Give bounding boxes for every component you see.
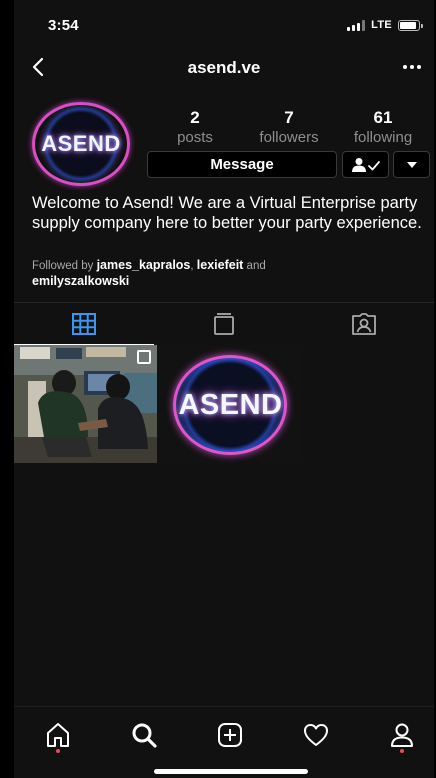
notification-dot: [400, 749, 404, 753]
tab-profile[interactable]: [382, 715, 422, 755]
more-horizontal-icon: [403, 65, 421, 69]
stat-followers-label: followers: [259, 129, 319, 146]
status-right: LTE: [347, 19, 423, 31]
stat-following-number: 61: [373, 108, 393, 127]
post-logo[interactable]: ASEND: [159, 345, 302, 463]
grid-icon: [72, 312, 96, 335]
profile-tabs: [14, 302, 434, 345]
follower-name[interactable]: lexiefeit: [197, 258, 244, 272]
tab-activity[interactable]: [296, 715, 336, 755]
post-photo[interactable]: [14, 345, 157, 463]
signal-icon: [347, 19, 366, 31]
followed-by-joiner: and: [246, 260, 266, 272]
stat-posts-label: posts: [177, 129, 213, 146]
tab-new-post[interactable]: [210, 715, 250, 755]
profile-icon: [391, 723, 413, 747]
new-post-icon: [218, 723, 242, 747]
profile-stats: 2 posts 7 followers 61 following: [160, 108, 430, 148]
caret-down-icon: [406, 161, 417, 168]
search-icon: [132, 723, 157, 748]
battery-icon: [398, 19, 423, 31]
followed-by[interactable]: Followed by james_kapralos, lexiefeit an…: [32, 258, 428, 290]
multiple-photos-icon: [137, 350, 151, 364]
stat-following[interactable]: 61 following: [338, 108, 428, 146]
stat-posts-number: 2: [190, 108, 200, 127]
chevron-left-icon: [32, 57, 44, 77]
person-check-icon: [351, 157, 380, 172]
igtv-icon: [214, 313, 234, 335]
back-button[interactable]: [28, 56, 50, 78]
profile-bio: Welcome to Asend! We are a Virtual Enter…: [32, 194, 422, 232]
profile-avatar[interactable]: ASEND: [32, 102, 130, 186]
tab-search[interactable]: [124, 715, 164, 755]
status-bar: 3:54 LTE: [14, 0, 434, 44]
notification-dot: [56, 749, 60, 753]
app-screen: 3:54 LTE asend.ve ASEND 2 posts 7 follow…: [14, 0, 434, 778]
status-time: 3:54: [48, 17, 79, 34]
message-button[interactable]: Message: [147, 151, 337, 178]
home-indicator[interactable]: [154, 769, 308, 774]
tab-grid[interactable]: [14, 303, 154, 345]
network-label: LTE: [371, 19, 392, 31]
follower-name[interactable]: james_kapralos: [97, 258, 191, 272]
bottom-tab-bar: [14, 706, 434, 778]
more-options-button[interactable]: [400, 56, 424, 78]
followed-by-prefix: Followed by: [32, 260, 94, 272]
stat-followers-number: 7: [284, 108, 294, 127]
post-photo-image: [14, 345, 157, 463]
following-button[interactable]: [342, 151, 389, 178]
home-icon: [47, 723, 69, 747]
stat-posts[interactable]: 2 posts: [150, 108, 240, 146]
posts-grid: ASEND: [14, 345, 434, 463]
stat-following-label: following: [353, 129, 413, 146]
tagged-icon: [352, 313, 376, 335]
top-nav: asend.ve: [14, 44, 434, 90]
follower-name[interactable]: emilyszalkowski: [32, 274, 129, 288]
tab-igtv[interactable]: [154, 303, 294, 345]
activity-icon: [304, 724, 328, 746]
profile-username: asend.ve: [187, 58, 261, 77]
suggestions-dropdown-button[interactable]: [393, 151, 430, 178]
stat-followers[interactable]: 7 followers: [244, 108, 334, 146]
post-logo-text: ASEND: [178, 389, 283, 421]
tab-home[interactable]: [38, 715, 78, 755]
tab-tagged[interactable]: [294, 303, 434, 345]
avatar-logo-text: ASEND: [41, 131, 121, 156]
